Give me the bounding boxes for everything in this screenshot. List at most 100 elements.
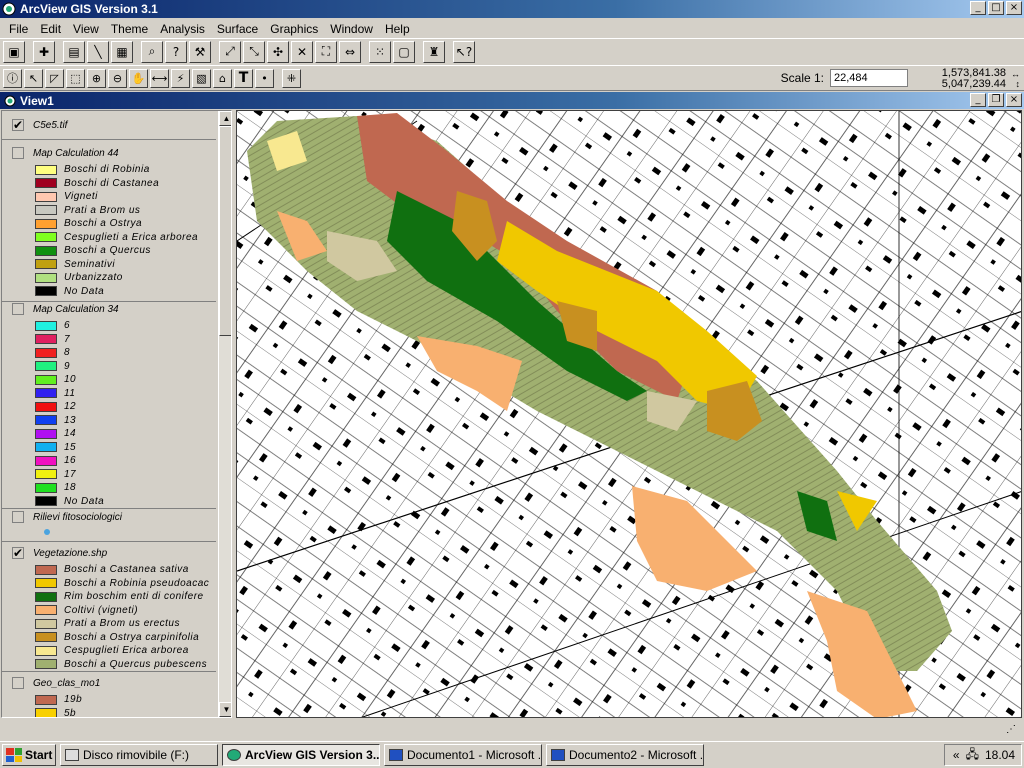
help-button[interactable]: ↖? [453, 40, 475, 63]
legend-swatch[interactable] [35, 286, 57, 297]
toc-theme[interactable]: Map Calculation 44 Boschi di Robinia Bosch… [2, 145, 198, 298]
menu-help[interactable]: Help [379, 22, 416, 36]
legend-swatch[interactable] [35, 455, 57, 466]
legend-swatch[interactable] [35, 618, 57, 629]
legend-item[interactable]: 13 [2, 414, 119, 428]
legend-swatch[interactable] [35, 272, 57, 283]
close-button[interactable]: × [1006, 1, 1022, 15]
theme-visibility-checkbox[interactable] [12, 511, 24, 523]
legend-item[interactable]: Cespuglieti a Erica arborea [2, 231, 198, 245]
toc-theme[interactable]: Map Calculation 34 6 7 8 9 10 11 12 13 14 15 16 17 18… [2, 301, 119, 508]
legend-swatch[interactable] [35, 401, 57, 412]
theme-properties-button[interactable]: ▤ [63, 40, 85, 63]
legend-item[interactable]: Boschi a Quercus pubescens [2, 658, 209, 672]
menu-file[interactable]: File [3, 22, 34, 36]
menu-graphics[interactable]: Graphics [264, 22, 324, 36]
legend-swatch[interactable] [35, 415, 57, 426]
theme-name[interactable]: Map Calculation 34 [33, 304, 119, 315]
zoom-active-themes-button[interactable]: ⤡ [243, 40, 265, 63]
legend-item[interactable]: 5b [2, 707, 100, 717]
legend-swatch[interactable] [35, 632, 57, 643]
view-minimize-button[interactable]: _ [970, 93, 986, 107]
menu-edit[interactable]: Edit [34, 22, 67, 36]
start-button[interactable]: Start [2, 744, 56, 766]
legend-item[interactable]: Prati a Brom us [2, 204, 198, 218]
pan-hand-icon[interactable]: ✋ [129, 68, 148, 88]
legend-item[interactable]: Boschi di Robinia [2, 163, 198, 177]
legend-item[interactable]: Boschi a Ostrya carpinifolia [2, 631, 209, 645]
legend-swatch[interactable] [35, 708, 57, 717]
identify-icon[interactable]: ⓘ [3, 68, 22, 88]
legend-swatch[interactable] [35, 388, 57, 399]
legend-swatch[interactable] [35, 496, 57, 507]
layout-button[interactable]: ♜ [423, 40, 445, 63]
legend-item[interactable]: 15 [2, 441, 119, 455]
save-project-button[interactable]: ▣ [3, 40, 25, 63]
add-theme-button[interactable]: ✚ [33, 40, 55, 63]
theme-name[interactable]: Rilievi fitosociologici [33, 512, 122, 523]
legend-swatch[interactable] [35, 245, 57, 256]
find-button[interactable]: ⌕ [141, 40, 163, 63]
vertex-edit-icon[interactable]: ◸ [45, 68, 64, 88]
scroll-down-icon[interactable]: ▼ [219, 702, 231, 717]
theme-visibility-checkbox[interactable]: ✔ [12, 546, 24, 560]
zoom-in-fixed-button[interactable]: ✕ [291, 40, 313, 63]
legend-item[interactable]: 17 [2, 468, 119, 482]
legend-item[interactable]: No Data [2, 495, 119, 509]
maximize-button[interactable]: □ [988, 1, 1004, 15]
legend-item[interactable]: 18 [2, 481, 119, 495]
legend-swatch[interactable] [35, 374, 57, 385]
legend-swatch[interactable] [35, 164, 57, 175]
task-arcview[interactable]: ArcView GIS Version 3... [222, 744, 380, 766]
legend-item[interactable]: 12 [2, 400, 119, 414]
legend-item[interactable]: Coltivi (vigneti) [2, 604, 209, 618]
zoom-in-icon[interactable]: ⊕ [87, 68, 106, 88]
legend-swatch[interactable] [35, 605, 57, 616]
zoom-selected-button[interactable]: ✣ [267, 40, 289, 63]
legend-item[interactable]: No Data [2, 285, 198, 299]
task-documento2[interactable]: Documento2 - Microsoft ... [546, 744, 704, 766]
theme-name[interactable]: Geo_clas_mo1 [33, 678, 100, 689]
legend-item[interactable]: Boschi di Castanea [2, 177, 198, 191]
zoom-out-icon[interactable]: ⊖ [108, 68, 127, 88]
legend-swatch[interactable] [35, 578, 57, 589]
legend-item[interactable]: Boschi a Ostrya [2, 217, 198, 231]
legend-item[interactable]: Cespuglieti Erica arborea [2, 644, 209, 658]
scroll-up-icon[interactable]: ▲ [219, 111, 231, 126]
legend-swatch[interactable] [35, 442, 57, 453]
legend-item[interactable]: 7 [2, 333, 119, 347]
toc-theme[interactable]: Geo_clas_mo1 19b 5b [2, 675, 100, 717]
legend-item[interactable]: Seminativi [2, 258, 198, 272]
legend-item[interactable]: 14 [2, 427, 119, 441]
select-features-button[interactable]: ⁙ [369, 40, 391, 63]
theme-name[interactable]: Map Calculation 44 [33, 148, 119, 159]
legend-swatch[interactable] [35, 320, 57, 331]
legend-swatch[interactable] [35, 347, 57, 358]
toc-scrollbar[interactable]: ▲ ▼ [218, 111, 231, 717]
legend-item[interactable]: 19b [2, 693, 100, 707]
menu-analysis[interactable]: Analysis [154, 22, 211, 36]
view-close-button[interactable]: × [1006, 93, 1022, 107]
theme-name[interactable]: Vegetazione.shp [33, 548, 107, 559]
scale-input[interactable] [830, 69, 908, 87]
measure-icon[interactable]: ⟷ [150, 68, 169, 88]
network-icon[interactable]: 🖧 [966, 745, 979, 766]
toc-theme[interactable]: ✔ C5e5.tif [2, 117, 67, 133]
legend-swatch[interactable] [35, 361, 57, 372]
legend-swatch[interactable] [35, 191, 57, 202]
legend-item[interactable]: Boschi a Robinia pseudoacac [2, 577, 209, 591]
draw-point-icon[interactable]: • [255, 68, 274, 88]
map-display[interactable] [236, 110, 1022, 718]
legend-item[interactable]: 9 [2, 360, 119, 374]
legend-swatch[interactable] [35, 591, 57, 602]
menu-window[interactable]: Window [324, 22, 379, 36]
locate-address-button[interactable]: ⚒ [189, 40, 211, 63]
zoom-previous-button[interactable]: ⇔ [339, 40, 361, 63]
zoom-full-extent-button[interactable]: ⤢ [219, 40, 241, 63]
theme-visibility-checkbox[interactable]: ✔ [12, 118, 24, 132]
text-tool-icon[interactable]: T [234, 68, 253, 88]
legend-swatch[interactable] [35, 469, 57, 480]
legend-swatch[interactable] [35, 259, 57, 270]
legend-swatch[interactable] [35, 205, 57, 216]
hotlink-icon[interactable]: ⚡ [171, 68, 190, 88]
